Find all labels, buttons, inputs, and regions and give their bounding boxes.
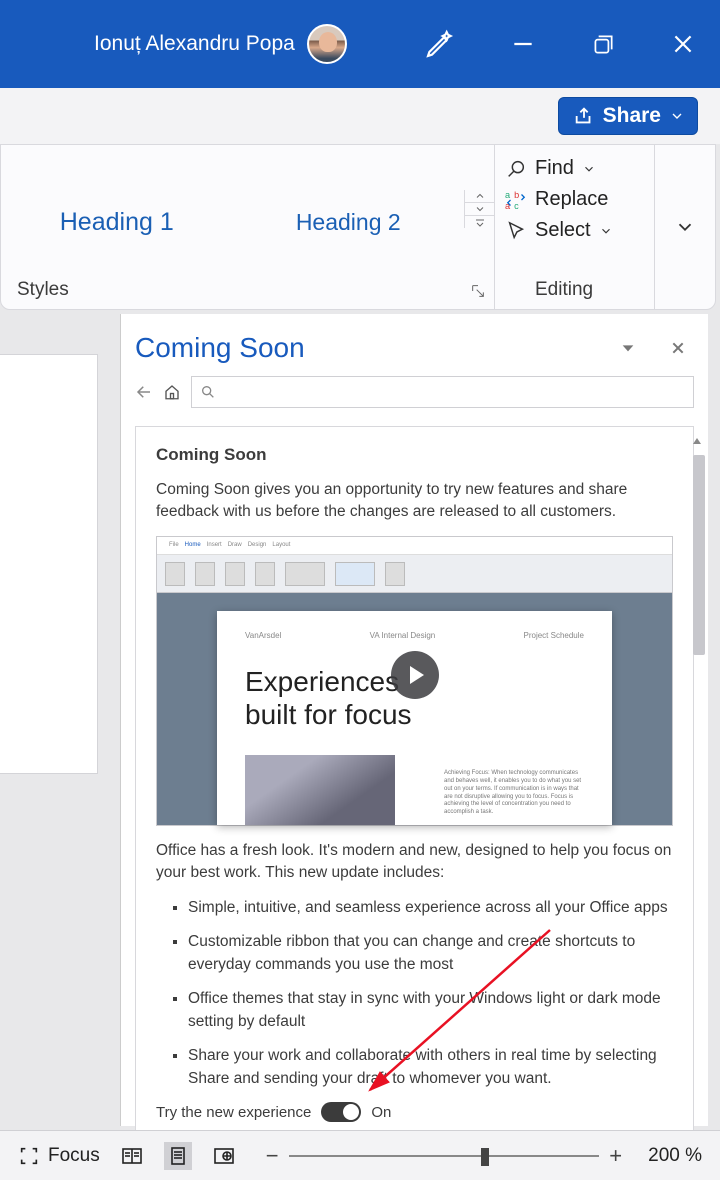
pane-close-icon[interactable] bbox=[670, 340, 686, 356]
chevron-down-icon bbox=[582, 162, 596, 176]
scroll-up-icon[interactable] bbox=[692, 436, 702, 446]
pen-sparkle-icon[interactable] bbox=[424, 28, 456, 60]
find-button[interactable]: Find bbox=[505, 153, 654, 184]
close-icon[interactable] bbox=[670, 31, 696, 57]
share-icon bbox=[573, 105, 595, 127]
share-label: Share bbox=[603, 104, 661, 128]
cursor-icon bbox=[505, 220, 527, 242]
style-heading1[interactable]: Heading 1 bbox=[1, 182, 233, 237]
restore-icon[interactable] bbox=[590, 31, 616, 57]
back-icon[interactable] bbox=[135, 383, 153, 401]
chevron-down-icon bbox=[599, 224, 613, 238]
share-button[interactable]: Share bbox=[558, 97, 698, 135]
card-intro: Coming Soon gives you an opportunity to … bbox=[156, 479, 673, 524]
print-layout-icon[interactable] bbox=[164, 1142, 192, 1170]
toggle-state: On bbox=[371, 1104, 391, 1121]
video-thumbnail[interactable]: FileHomeInsertDrawDesignLayout VanArsdel… bbox=[156, 536, 673, 826]
chevron-down-icon bbox=[669, 108, 685, 124]
svg-text:c: c bbox=[514, 201, 519, 211]
minimize-icon[interactable] bbox=[510, 31, 536, 57]
play-icon[interactable] bbox=[391, 651, 439, 699]
share-bar: Share bbox=[0, 88, 720, 144]
document-page[interactable] bbox=[0, 354, 98, 774]
styles-scroll[interactable] bbox=[464, 190, 494, 228]
replace-button[interactable]: abac Replace bbox=[505, 184, 654, 215]
scroll-down-icon[interactable] bbox=[465, 203, 494, 216]
home-icon[interactable] bbox=[163, 383, 181, 401]
ribbon-collapse[interactable] bbox=[655, 145, 715, 309]
styles-more-icon[interactable] bbox=[465, 216, 494, 228]
replace-icon: abac bbox=[505, 189, 527, 211]
list-item: Simple, intuitive, and seamless experien… bbox=[188, 897, 673, 919]
pane-options-icon[interactable] bbox=[620, 340, 636, 356]
svg-text:b: b bbox=[514, 190, 519, 200]
pane-scrollbar[interactable] bbox=[692, 434, 706, 1116]
help-card: Coming Soon Coming Soon gives you an opp… bbox=[135, 426, 694, 1139]
status-bar: Focus − + 200 % bbox=[0, 1130, 720, 1180]
list-item: Customizable ribbon that you can change … bbox=[188, 931, 673, 976]
editing-group-label: Editing bbox=[535, 279, 593, 301]
zoom-out-icon[interactable]: − bbox=[266, 1143, 279, 1169]
zoom-in-icon[interactable]: + bbox=[609, 1143, 622, 1169]
zoom-thumb[interactable] bbox=[481, 1148, 489, 1166]
ribbon: Heading 1 Heading 2 Styles Find abac Rep… bbox=[0, 144, 716, 310]
scroll-up-icon[interactable] bbox=[465, 190, 494, 203]
chevron-down-icon bbox=[674, 216, 696, 238]
editing-group: Find abac Replace Select Editing bbox=[495, 145, 655, 309]
card-title: Coming Soon bbox=[156, 445, 673, 465]
read-mode-icon[interactable] bbox=[118, 1142, 146, 1170]
search-icon bbox=[200, 384, 216, 400]
search-icon bbox=[505, 158, 527, 180]
feature-list: Simple, intuitive, and seamless experien… bbox=[156, 897, 673, 1090]
user-avatar[interactable] bbox=[307, 24, 347, 64]
styles-dialog-launcher-icon[interactable] bbox=[470, 283, 486, 299]
list-item: Share your work and collaborate with oth… bbox=[188, 1045, 673, 1090]
coming-soon-pane: Coming Soon Coming Soon Coming Soon give… bbox=[120, 314, 708, 1126]
focus-mode-button[interactable]: Focus bbox=[18, 1145, 100, 1167]
pane-title: Coming Soon bbox=[135, 332, 305, 364]
zoom-slider[interactable]: − + bbox=[266, 1143, 622, 1169]
styles-group-label: Styles bbox=[17, 279, 69, 301]
web-layout-icon[interactable] bbox=[210, 1142, 238, 1170]
select-button[interactable]: Select bbox=[505, 215, 654, 246]
svg-text:a: a bbox=[505, 190, 511, 200]
scroll-thumb[interactable] bbox=[693, 455, 705, 655]
experience-toggle[interactable] bbox=[321, 1102, 361, 1122]
title-bar: Ionuț Alexandru Popa bbox=[0, 0, 720, 88]
list-item: Office themes that stay in sync with you… bbox=[188, 988, 673, 1033]
zoom-level[interactable]: 200 % bbox=[648, 1145, 702, 1167]
user-name: Ionuț Alexandru Popa bbox=[94, 32, 295, 56]
style-heading2[interactable]: Heading 2 bbox=[233, 183, 465, 236]
toggle-label: Try the new experience bbox=[156, 1104, 311, 1121]
styles-group: Heading 1 Heading 2 Styles bbox=[1, 145, 495, 309]
focus-icon bbox=[18, 1145, 40, 1167]
card-desc: Office has a fresh look. It's modern and… bbox=[156, 840, 673, 885]
help-search-input[interactable] bbox=[191, 376, 694, 408]
